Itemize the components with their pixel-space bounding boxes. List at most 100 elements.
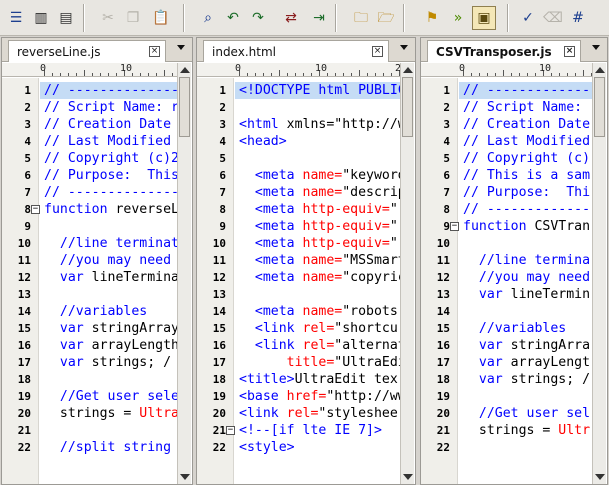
close-icon[interactable]: × — [564, 46, 575, 57]
toolbar-separator — [183, 4, 185, 32]
line-number: 14 — [212, 305, 226, 318]
fold-toggle-icon[interactable]: − — [31, 205, 40, 214]
code-line: //line termina — [463, 252, 590, 269]
scroll-down-icon[interactable] — [180, 474, 190, 480]
line-number: 18 — [212, 373, 226, 386]
code-area[interactable]: 1 // --------------- 2 // Script Name: 3 // … — [421, 78, 606, 484]
clear-formatting-button[interactable]: ⌫ — [541, 6, 565, 30]
code-line: // Copyright (c)2 — [44, 150, 179, 167]
indent-button[interactable]: ☰ — [4, 6, 28, 30]
column-mode-button[interactable]: ▥ — [29, 6, 53, 30]
code-line: // --------------- — [463, 201, 606, 218]
line-number: 8 — [443, 203, 450, 216]
code-token: <!--[if lte IE 7]> — [239, 423, 382, 438]
code-token: // Copyright (c) — [463, 151, 591, 166]
code-token: function — [44, 202, 108, 217]
code-line: // Purpose: Thi — [463, 184, 590, 201]
vertical-scrollbar[interactable] — [592, 63, 606, 484]
ruler-tick — [335, 73, 336, 76]
code-line: <link rel="shortcu — [239, 320, 398, 337]
scroll-down-icon[interactable] — [403, 474, 413, 480]
code-line: // This is a sam — [463, 167, 590, 184]
code-line: // --------------- — [463, 82, 606, 99]
replace-in-files-button[interactable]: 🗁 — [374, 6, 398, 30]
find-button[interactable]: ⌕ — [196, 6, 220, 30]
vertical-scrollbar[interactable] — [177, 63, 191, 484]
bookmark-list-button[interactable]: ▣ — [472, 6, 496, 30]
find-prev-button[interactable]: ↶ — [221, 6, 245, 30]
code-line: <meta name="descrip — [239, 184, 406, 201]
code-line: //line terminat — [44, 235, 179, 252]
goto-button[interactable]: ⇥ — [307, 6, 331, 30]
ruler-tick — [575, 73, 576, 76]
chevron-down-icon[interactable] — [400, 45, 408, 50]
paste-button[interactable]: 📋 — [149, 6, 173, 30]
find-in-files-button[interactable]: 🗀 — [349, 6, 373, 30]
scroll-down-icon[interactable] — [595, 474, 605, 480]
scroll-up-icon[interactable] — [403, 67, 413, 73]
line-number: 9 — [443, 220, 450, 233]
code-token: <!DOCTYPE html PUBLIC — [239, 83, 406, 98]
vertical-scrollbar[interactable] — [400, 63, 414, 484]
replace-button[interactable]: ⇄ — [279, 6, 303, 30]
word-wrap-button[interactable]: ▤ — [54, 6, 78, 30]
file-tab-label: CSVTransposer.js — [436, 44, 552, 59]
close-icon[interactable]: × — [149, 46, 160, 57]
code-line: <!--[if lte IE 7]> — [239, 422, 382, 439]
code-line: var lineTermin — [463, 286, 590, 303]
toggle-bookmark-button[interactable]: ⚑ — [420, 6, 444, 30]
line-number: 16 — [212, 339, 226, 352]
word-count-button[interactable]: # — [566, 6, 590, 30]
copy-button[interactable]: ❐ — [121, 6, 145, 30]
code-line: <meta name="MSSmart — [239, 252, 406, 269]
ruler-tick — [519, 73, 520, 76]
replace-icon: ⇄ — [285, 10, 297, 26]
chevron-down-icon[interactable] — [592, 45, 600, 50]
code-token: "keyword — [342, 168, 406, 183]
close-icon[interactable]: × — [372, 46, 383, 57]
code-token: var — [463, 372, 503, 387]
file-tab[interactable]: reverseLine.js × — [8, 40, 166, 62]
code-line: strings = Ultr — [463, 422, 590, 439]
line-number: 11 — [17, 254, 31, 267]
ruler-tick — [607, 73, 608, 76]
code-line: <head> — [239, 133, 287, 150]
file-tab[interactable]: CSVTransposer.js × — [427, 40, 581, 62]
code-token: var — [463, 355, 503, 370]
code-area[interactable]: 1 <!DOCTYPE html PUBLIC 2 3 <html xmlns="htt… — [197, 78, 414, 484]
find-next-button[interactable]: ↷ — [246, 6, 270, 30]
scroll-up-icon[interactable] — [595, 67, 605, 73]
tab-bar: index.html × — [197, 38, 415, 62]
scrollbar-thumb[interactable] — [402, 77, 413, 137]
fold-toggle-icon[interactable]: − — [226, 426, 235, 435]
code-line: var lineTermina — [44, 269, 179, 286]
scrollbar-thumb[interactable] — [179, 77, 190, 137]
line-number: 10 — [17, 237, 31, 250]
file-tab[interactable]: index.html × — [203, 40, 389, 62]
word-count-icon: # — [572, 10, 584, 26]
line-number: 6 — [24, 169, 31, 182]
ruler-tick — [156, 73, 157, 76]
ruler-tick — [343, 73, 344, 76]
scroll-up-icon[interactable] — [180, 67, 190, 73]
code-token: arrayLengt — [502, 355, 591, 370]
chevron-down-icon[interactable] — [177, 45, 185, 50]
code-token: "shortcu — [334, 321, 398, 336]
code-line: <meta name="keyword — [239, 167, 406, 184]
code-token: // Script Name: r — [44, 100, 179, 115]
code-line: var strings; / — [463, 371, 590, 388]
line-number: 6 — [219, 169, 226, 182]
line-number: 15 — [436, 322, 450, 335]
cut-button[interactable]: ✂ — [96, 6, 120, 30]
ruler-label: 0 — [40, 63, 47, 74]
code-token: // Creation Date — [463, 117, 591, 132]
scrollbar-thumb[interactable] — [594, 77, 605, 137]
editor-pane-index-html: index.html × 0 10 20 1 <!DOCTYPE html PUBLIC 2 3… — [196, 37, 416, 485]
fold-toggle-icon[interactable]: − — [450, 222, 459, 231]
next-bookmark-button[interactable]: » — [446, 6, 470, 30]
code-line: var stringArray — [44, 320, 179, 337]
line-number: 11 — [436, 254, 450, 267]
code-area[interactable]: 1 // --------------- 2 // Script Name: r 3 //… — [2, 78, 187, 484]
code-token: <link — [239, 406, 287, 421]
spell-check-button[interactable]: ✓ — [516, 6, 540, 30]
